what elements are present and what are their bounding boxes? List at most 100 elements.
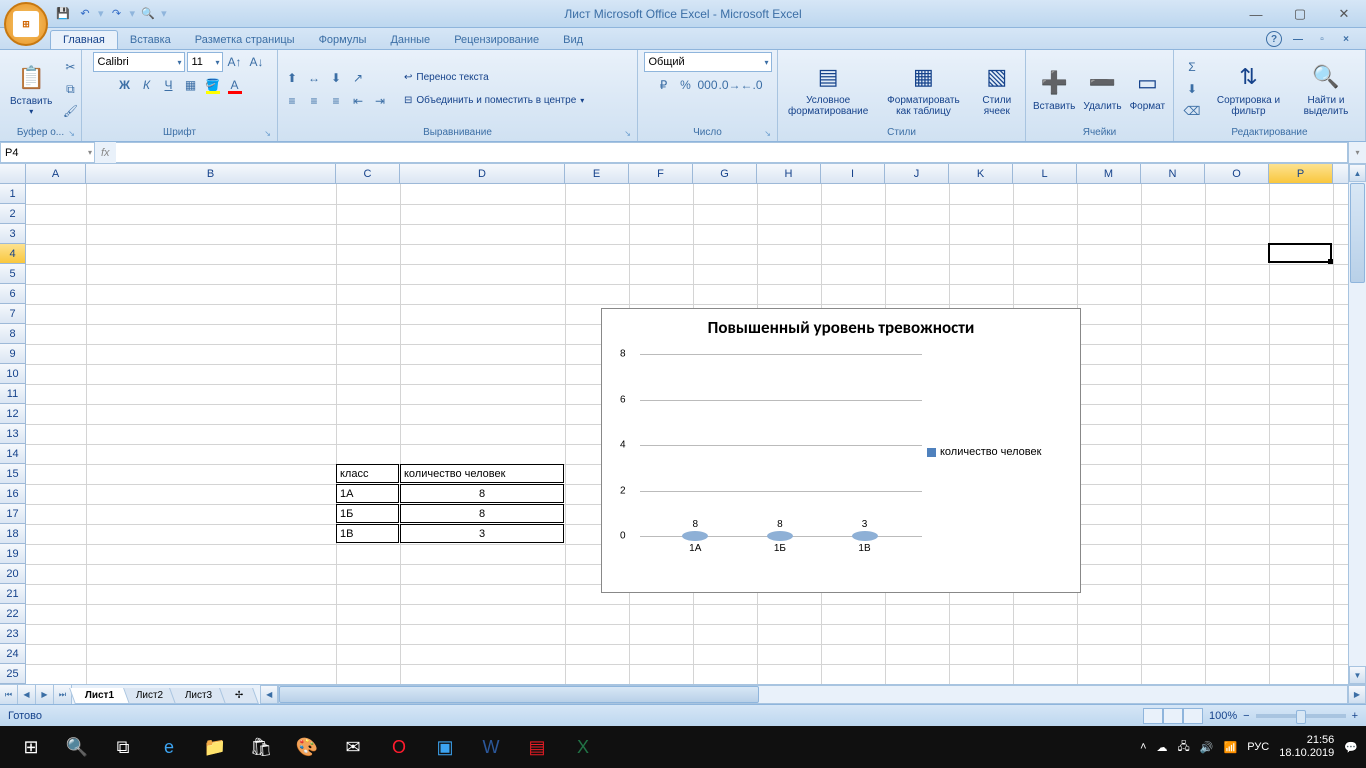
zoom-out-button[interactable]: − xyxy=(1243,710,1249,722)
row-header[interactable]: 2 xyxy=(0,204,26,224)
italic-button[interactable]: К xyxy=(137,75,157,95)
hscroll-thumb[interactable] xyxy=(279,686,759,703)
tab-formulas[interactable]: Формулы xyxy=(307,31,379,49)
increase-decimal-icon[interactable]: .0→ xyxy=(720,75,740,95)
row-header[interactable]: 13 xyxy=(0,424,26,444)
column-header[interactable]: H xyxy=(757,164,821,183)
minimize-button[interactable]: — xyxy=(1234,0,1278,28)
embedded-chart[interactable]: Повышенный уровень тревожности0246881А81… xyxy=(601,308,1081,593)
language-indicator[interactable]: РУС xyxy=(1247,741,1269,753)
align-top-icon[interactable]: ⬆ xyxy=(282,68,302,88)
mail-icon[interactable]: ✉ xyxy=(330,727,376,767)
wifi-icon[interactable]: 📶 xyxy=(1224,741,1238,754)
row-header[interactable]: 4 xyxy=(0,244,26,264)
decrease-indent-icon[interactable]: ⇤ xyxy=(348,91,368,111)
row-header[interactable]: 21 xyxy=(0,584,26,604)
tab-review[interactable]: Рецензирование xyxy=(442,31,551,49)
app-icon-1[interactable]: ▣ xyxy=(422,727,468,767)
align-left-icon[interactable]: ≡ xyxy=(282,91,302,111)
office-button[interactable]: ⊞ xyxy=(4,2,48,46)
grow-font-icon[interactable]: A↑ xyxy=(225,52,245,72)
find-select-button[interactable]: 🔍Найти и выделить xyxy=(1291,55,1361,123)
undo-icon[interactable]: ↶ xyxy=(76,5,94,23)
column-header[interactable]: B xyxy=(86,164,336,183)
copy-icon[interactable]: ⧉ xyxy=(60,79,80,99)
page-layout-view-button[interactable] xyxy=(1163,708,1183,724)
column-header[interactable]: L xyxy=(1013,164,1077,183)
scroll-down-button[interactable]: ▼ xyxy=(1349,666,1366,684)
fx-icon[interactable]: fx xyxy=(101,147,110,159)
scroll-right-button[interactable]: ▶ xyxy=(1348,685,1366,704)
align-middle-icon[interactable]: ↔ xyxy=(304,68,324,88)
orientation-icon[interactable]: ↗ xyxy=(348,68,368,88)
shrink-font-icon[interactable]: A↓ xyxy=(247,52,267,72)
paste-button[interactable]: 📋 Вставить ▾ xyxy=(4,55,58,123)
row-header[interactable]: 25 xyxy=(0,664,26,684)
increase-indent-icon[interactable]: ⇥ xyxy=(370,91,390,111)
close-workbook-icon[interactable]: × xyxy=(1338,31,1354,47)
word-icon[interactable]: W xyxy=(468,727,514,767)
tab-nav-next[interactable]: ▶ xyxy=(36,685,54,704)
row-header[interactable]: 8 xyxy=(0,324,26,344)
tab-nav-prev[interactable]: ◀ xyxy=(18,685,36,704)
print-preview-icon[interactable]: 🔍 xyxy=(139,5,157,23)
store-icon[interactable]: 🛍 xyxy=(238,727,284,767)
save-icon[interactable]: 💾 xyxy=(54,5,72,23)
format-cells-button[interactable]: ▭Формат xyxy=(1127,55,1169,123)
align-right-icon[interactable]: ≡ xyxy=(326,91,346,111)
data-cell[interactable]: 8 xyxy=(400,504,564,523)
row-header[interactable]: 7 xyxy=(0,304,26,324)
number-format-combo[interactable]: Общий xyxy=(644,52,772,72)
align-center-icon[interactable]: ≡ xyxy=(304,91,324,111)
tray-chevron-icon[interactable]: ˄ xyxy=(1140,741,1146,753)
active-cell[interactable] xyxy=(1268,243,1332,263)
tab-data[interactable]: Данные xyxy=(378,31,442,49)
row-header[interactable]: 6 xyxy=(0,284,26,304)
column-header[interactable]: F xyxy=(629,164,693,183)
underline-button[interactable]: Ч xyxy=(159,75,179,95)
row-header[interactable]: 9 xyxy=(0,344,26,364)
volume-icon[interactable]: 🔊 xyxy=(1200,741,1214,754)
select-all-corner[interactable] xyxy=(0,164,26,183)
onedrive-icon[interactable]: ☁ xyxy=(1157,741,1168,754)
clear-icon[interactable]: ⌫ xyxy=(1182,101,1202,121)
page-break-view-button[interactable] xyxy=(1183,708,1203,724)
column-header[interactable]: I xyxy=(821,164,885,183)
column-header[interactable]: A xyxy=(26,164,86,183)
font-size-combo[interactable]: 11 xyxy=(187,52,223,72)
insert-cells-button[interactable]: ➕Вставить xyxy=(1030,55,1078,123)
column-header[interactable]: N xyxy=(1141,164,1205,183)
row-header[interactable]: 10 xyxy=(0,364,26,384)
font-name-combo[interactable]: Calibri xyxy=(93,52,185,72)
vscroll-thumb[interactable] xyxy=(1350,183,1365,283)
autosum-icon[interactable]: Σ xyxy=(1182,57,1202,77)
column-header[interactable]: M xyxy=(1077,164,1141,183)
data-cell[interactable]: класс xyxy=(336,464,399,483)
vertical-scrollbar[interactable]: ▲ ▼ xyxy=(1348,164,1366,684)
start-button[interactable]: ⊞ xyxy=(8,727,54,767)
name-box[interactable]: P4 xyxy=(0,142,95,163)
tab-page-layout[interactable]: Разметка страницы xyxy=(183,31,307,49)
file-explorer-icon[interactable]: 📁 xyxy=(192,727,238,767)
column-header[interactable]: E xyxy=(565,164,629,183)
row-header[interactable]: 1 xyxy=(0,184,26,204)
delete-cells-button[interactable]: ➖Удалить xyxy=(1080,55,1124,123)
column-header[interactable]: C xyxy=(336,164,400,183)
comma-icon[interactable]: 000 xyxy=(698,75,718,95)
row-header[interactable]: 5 xyxy=(0,264,26,284)
data-cell[interactable]: 8 xyxy=(400,484,564,503)
sheet-tab[interactable]: Лист1 xyxy=(69,688,130,704)
scroll-up-button[interactable]: ▲ xyxy=(1349,164,1366,182)
row-header[interactable]: 16 xyxy=(0,484,26,504)
row-header[interactable]: 11 xyxy=(0,384,26,404)
zoom-level[interactable]: 100% xyxy=(1209,710,1237,722)
merge-center-button[interactable]: ⊟Объединить и поместить в центре▾ xyxy=(400,91,588,111)
opera-icon[interactable]: O xyxy=(376,727,422,767)
row-header[interactable]: 24 xyxy=(0,644,26,664)
row-header[interactable]: 19 xyxy=(0,544,26,564)
font-color-button[interactable]: A xyxy=(225,75,245,95)
format-painter-icon[interactable]: 🖌 xyxy=(60,101,80,121)
excel-icon[interactable]: X xyxy=(560,727,606,767)
data-cell[interactable]: 1А xyxy=(336,484,399,503)
bold-button[interactable]: Ж xyxy=(115,75,135,95)
